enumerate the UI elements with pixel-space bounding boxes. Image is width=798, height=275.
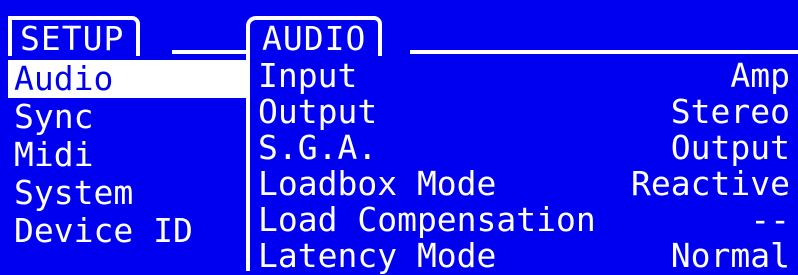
param-value[interactable]: Reactive: [631, 166, 790, 202]
param-name: Loadbox Mode: [258, 164, 497, 203]
audio-divider: [410, 50, 798, 54]
param-name: S.G.A.: [258, 128, 378, 167]
panel-separator: [246, 50, 250, 271]
param-value[interactable]: Stereo: [671, 94, 790, 130]
setup-divider: [172, 50, 246, 54]
param-row-sga[interactable]: S.G.A. Output: [258, 130, 790, 166]
menu-item-system[interactable]: System: [8, 174, 246, 212]
param-row-output[interactable]: Output Stereo: [258, 94, 790, 130]
audio-param-list: Input Amp Output Stereo S.G.A. Output Lo…: [258, 58, 790, 274]
device-screen: SETUP Audio Sync Midi System Device ID A…: [0, 0, 798, 274]
audio-panel: AUDIO Input Amp Output Stereo S.G.A. Out…: [246, 10, 798, 274]
param-value[interactable]: --: [750, 202, 790, 238]
menu-item-device-id[interactable]: Device ID: [8, 212, 246, 250]
audio-tab[interactable]: AUDIO: [246, 10, 383, 58]
setup-tab[interactable]: SETUP: [8, 10, 141, 58]
param-value[interactable]: Normal: [671, 238, 790, 274]
param-value[interactable]: Output: [671, 130, 790, 166]
menu-item-sync[interactable]: Sync: [8, 98, 246, 136]
menu-item-midi[interactable]: Midi: [8, 136, 246, 174]
setup-panel: SETUP Audio Sync Midi System Device ID: [8, 10, 246, 271]
audio-tab-corner: [372, 16, 383, 56]
param-name: Output: [258, 92, 378, 131]
param-name: Load Compensation: [258, 200, 596, 239]
param-row-loadbox-mode[interactable]: Loadbox Mode Reactive: [258, 166, 790, 202]
param-row-load-compensation[interactable]: Load Compensation --: [258, 202, 790, 238]
param-row-latency-mode[interactable]: Latency Mode Normal: [258, 238, 790, 274]
param-value[interactable]: Amp: [730, 58, 790, 94]
setup-tab-label: SETUP: [8, 16, 131, 58]
menu-item-audio[interactable]: Audio: [8, 60, 246, 98]
param-row-input[interactable]: Input Amp: [258, 58, 790, 94]
param-name: Input: [258, 56, 358, 95]
audio-tab-label: AUDIO: [246, 16, 373, 58]
setup-tab-corner: [130, 16, 141, 56]
param-name: Latency Mode: [258, 236, 497, 275]
setup-menu-list: Audio Sync Midi System Device ID: [8, 60, 246, 250]
